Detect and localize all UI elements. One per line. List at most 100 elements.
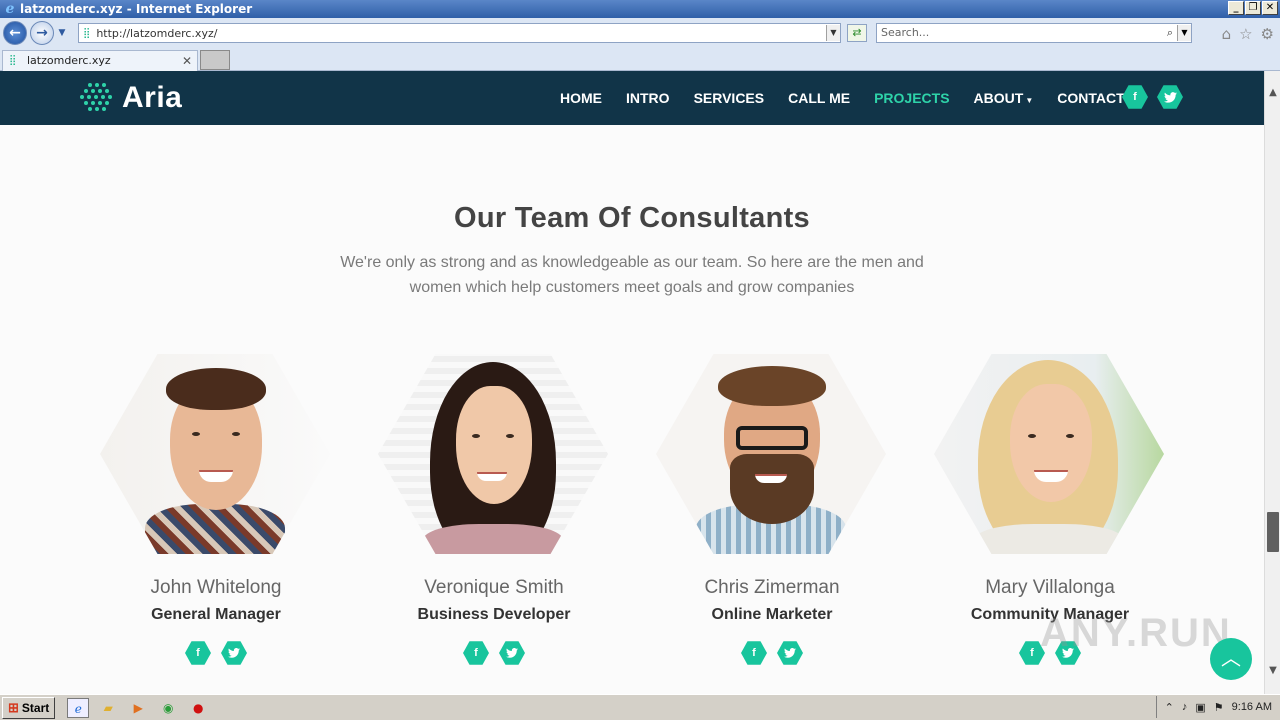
clock[interactable]: 9:16 AM [1232,701,1272,713]
member-social-links: f [100,640,332,666]
start-button[interactable]: ⊞ Start [2,696,56,719]
forward-button[interactable]: → [30,21,54,45]
opera-icon[interactable]: ● [187,698,209,718]
site-favicon-icon: ⣿ [83,27,91,39]
site-logo[interactable]: Aria [80,81,182,115]
member-role: Business Developer [417,606,571,623]
nav-call-me[interactable]: CALL ME [788,90,850,106]
search-input[interactable]: Search... ⌕ ▼ [876,23,1192,43]
search-icon[interactable]: ⌕ [1167,24,1173,42]
facebook-icon[interactable]: f [463,641,489,665]
settings-gear-icon[interactable]: ⚙ [1261,25,1274,43]
member-photo [378,354,608,554]
address-toolbar: ← → ▼ ⣿ http://latzomderc.xyz/ ▼ ⇄ Searc… [0,18,1280,48]
tab-latzomderc[interactable]: ⣿ latzomderc.xyz ✕ [2,50,198,71]
ie-logo-icon: e [5,1,15,17]
section-subtitle: We're only as strong and as knowledgeabl… [340,254,924,296]
history-dropdown-icon[interactable]: ▼ [56,28,68,38]
member-photo [100,354,330,554]
member-photo [656,354,886,554]
search-dropdown-icon[interactable]: ▼ [1177,25,1191,41]
scroll-down-icon[interactable]: ▼ [1265,663,1280,679]
flag-icon[interactable]: ⚑ [1214,701,1224,714]
member-social-links: f [378,640,610,666]
glasses-shape [736,426,808,450]
search-placeholder: Search... [881,26,930,39]
tab-strip: ⣿ latzomderc.xyz ✕ [0,48,1280,71]
tray-expand-icon[interactable]: ⌃ [1165,701,1174,714]
close-button[interactable]: ✕ [1262,1,1278,15]
windows-taskbar: ⊞ Start e ▰ ▶ ◉ ● ⌃ ♪ ▣ ⚑ 9:16 AM [0,694,1280,720]
facebook-icon[interactable]: f [185,641,211,665]
facebook-icon[interactable]: f [1122,85,1148,109]
section-title: Our Team Of Consultants [453,202,810,234]
back-button[interactable]: ← [3,21,27,45]
back-arrow-icon: ← [9,25,21,41]
nav-about-label: ABOUT [973,90,1024,106]
twitter-icon[interactable] [1157,85,1183,109]
watermark: ANY.RUN [1040,611,1232,655]
team-member-card: John Whitelong General Manager f [100,354,332,666]
team-member-card: Veronique Smith Business Developer f [378,354,610,666]
team-member-card: Chris Zimerman Online Marketer f [656,354,888,666]
caret-down-icon: ▼ [1025,96,1034,105]
member-name: Chris Zimerman [704,577,840,598]
windows-logo-icon: ⊞ [8,699,19,715]
minimize-button[interactable]: _ [1228,1,1244,15]
nav-home[interactable]: HOME [560,90,602,106]
chevron-up-icon: ︿ [1221,646,1241,670]
volume-icon[interactable]: ♪ [1182,701,1188,713]
nav-projects[interactable]: PROJECTS [874,90,949,106]
twitter-icon[interactable] [499,641,525,665]
twitter-bird-glyph [1163,91,1177,103]
member-name: Mary Villalonga [985,577,1115,598]
address-bar[interactable]: ⣿ http://latzomderc.xyz/ ▼ [78,23,841,43]
window-title: latzomderc.xyz - Internet Explorer [20,2,253,16]
back-to-top-button[interactable]: ︿ [1210,638,1252,680]
tab-title: latzomderc.xyz [27,54,111,67]
window-titlebar: e latzomderc.xyz - Internet Explorer _ ❐… [0,0,1280,18]
scroll-up-icon[interactable]: ▲ [1265,85,1280,101]
restore-button[interactable]: ❐ [1245,1,1261,15]
browser-tool-icons: ⌂ ☆ ⚙ [1222,25,1274,43]
system-tray: ⌃ ♪ ▣ ⚑ 9:16 AM [1155,696,1280,718]
twitter-icon[interactable] [777,641,803,665]
member-social-links: f [656,640,888,666]
tab-close-icon[interactable]: ✕ [182,51,192,71]
favorites-star-icon[interactable]: ☆ [1239,25,1252,43]
main-menu: HOME INTRO SERVICES CALL ME PROJECTS ABO… [560,71,1149,125]
forward-arrow-icon: → [36,25,48,41]
nav-social-links: f [1122,84,1183,110]
network-icon[interactable]: ▣ [1195,701,1205,714]
new-tab-button[interactable] [200,50,230,70]
site-navbar: Aria HOME INTRO SERVICES CALL ME PROJECT… [0,71,1264,125]
member-name: John Whitelong [150,577,282,598]
member-name: Veronique Smith [424,577,564,598]
logo-dots-icon [80,81,116,115]
member-role: General Manager [151,606,281,623]
home-icon[interactable]: ⌂ [1222,25,1232,43]
tab-favicon-icon: ⣿ [9,55,17,66]
facebook-icon[interactable]: f [741,641,767,665]
media-player-icon[interactable]: ▶ [127,698,149,718]
chrome-icon[interactable]: ◉ [157,698,179,718]
scroll-thumb[interactable] [1267,512,1279,552]
window-controls: _ ❐ ✕ [1228,1,1278,15]
folder-icon[interactable]: ▰ [97,698,119,718]
nav-services[interactable]: SERVICES [694,90,765,106]
nav-about[interactable]: ABOUT ▼ [974,90,1034,106]
member-photo [934,354,1164,554]
vertical-scrollbar[interactable]: ▲ ▼ [1264,71,1280,694]
twitter-icon[interactable] [221,641,247,665]
nav-contact[interactable]: CONTACT [1057,90,1124,106]
start-label: Start [21,700,50,715]
address-dropdown-icon[interactable]: ▼ [826,25,840,41]
internet-explorer-icon[interactable]: e [67,697,90,718]
address-url: http://latzomderc.xyz/ [96,26,218,40]
page-viewport: Aria HOME INTRO SERVICES CALL ME PROJECT… [0,71,1264,694]
member-role: Online Marketer [711,606,833,623]
refresh-button[interactable]: ⇄ [847,24,867,42]
nav-intro[interactable]: INTRO [626,90,670,106]
refresh-icon: ⇄ [852,26,862,39]
logo-text: Aria [122,81,183,114]
